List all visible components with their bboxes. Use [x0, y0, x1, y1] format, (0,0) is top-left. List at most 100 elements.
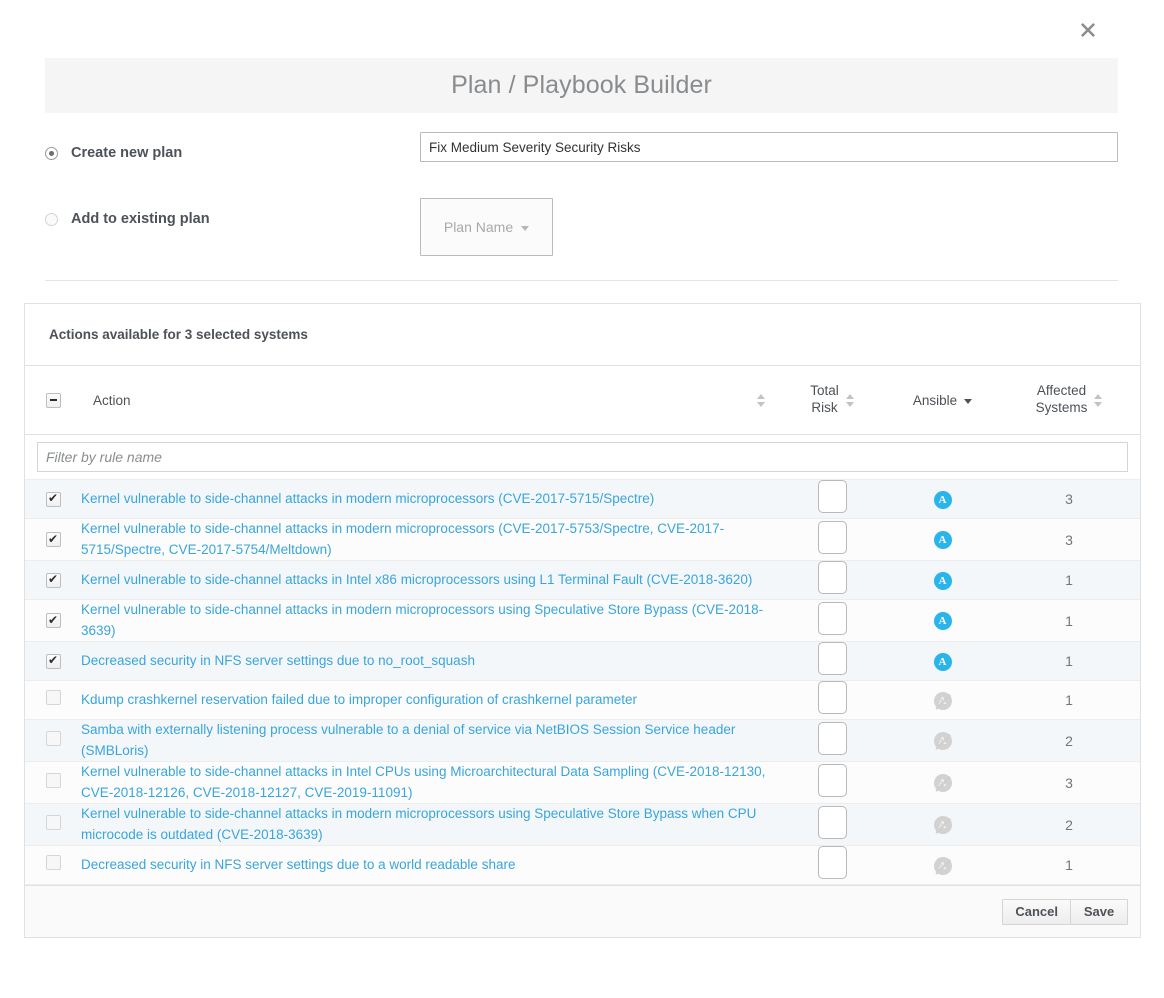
actions-card-header: Actions available for 3 selected systems: [25, 304, 1140, 366]
plan-name-input[interactable]: [420, 132, 1118, 162]
select-all-checkbox[interactable]: [46, 393, 61, 408]
row-select-checkbox[interactable]: [46, 492, 61, 507]
add-to-existing-plan-radio[interactable]: [45, 213, 58, 226]
row-select-checkbox[interactable]: [46, 613, 61, 628]
actions-card-title: Actions available for 3 selected systems: [49, 327, 308, 342]
ansible-cell: A: [887, 762, 998, 804]
row-select-checkbox[interactable]: [46, 573, 61, 588]
affected-systems-column-header[interactable]: AffectedSystems: [998, 366, 1140, 435]
action-link[interactable]: Decreased security in NFS server setting…: [81, 857, 515, 872]
row-select-checkbox[interactable]: [46, 855, 61, 870]
action-link[interactable]: Kdump crashkernel reservation failed due…: [81, 692, 637, 707]
page-title: Plan / Playbook Builder: [451, 71, 712, 100]
affected-systems-cell: 3: [998, 480, 1140, 519]
row-select-cell: [25, 762, 81, 804]
total-risk-medium-icon[interactable]: [818, 521, 847, 554]
cancel-button[interactable]: Cancel: [1002, 899, 1071, 925]
row-select-checkbox[interactable]: [46, 690, 61, 705]
action-column-label: Action: [93, 393, 131, 408]
total-risk-cell: [777, 804, 887, 846]
plan-selection-area: Create new plan Add to existing plan Pla…: [45, 128, 1118, 281]
filter-by-rule-name-input[interactable]: [37, 442, 1128, 472]
total-risk-low-icon[interactable]: [818, 846, 847, 879]
total-risk-cell: [777, 600, 887, 642]
action-column-header[interactable]: Action: [81, 366, 777, 435]
total-risk-low-icon[interactable]: [818, 642, 847, 675]
total-risk-high-icon[interactable]: [818, 722, 847, 755]
add-to-existing-plan-option[interactable]: Add to existing plan: [45, 211, 210, 227]
row-select-checkbox[interactable]: [46, 731, 61, 746]
row-select-cell: [25, 681, 81, 720]
modal-header: Plan / Playbook Builder: [45, 58, 1118, 113]
total-risk-medium-icon[interactable]: [818, 764, 847, 797]
ansible-unavailable-icon: A: [934, 857, 952, 875]
action-link[interactable]: Kernel vulnerable to side-channel attack…: [81, 602, 763, 638]
create-new-plan-radio[interactable]: [45, 147, 58, 160]
save-button[interactable]: Save: [1070, 899, 1128, 925]
total-risk-medium-icon[interactable]: [818, 480, 847, 513]
action-link[interactable]: Kernel vulnerable to side-channel attack…: [81, 521, 724, 557]
row-select-checkbox[interactable]: [46, 654, 61, 669]
table-row: Kernel vulnerable to side-channel attack…: [25, 561, 1140, 600]
ansible-cell: A: [887, 561, 998, 600]
action-link[interactable]: Kernel vulnerable to side-channel attack…: [81, 806, 756, 842]
affected-systems-cell: 1: [998, 846, 1140, 885]
add-to-existing-plan-label: Add to existing plan: [71, 211, 210, 227]
ansible-cell: A: [887, 519, 998, 561]
row-select-cell: [25, 846, 81, 885]
total-risk-medium-icon[interactable]: [818, 561, 847, 594]
total-risk-cell: [777, 642, 887, 681]
action-link[interactable]: Kernel vulnerable to side-channel attack…: [81, 491, 654, 506]
ansible-cell: A: [887, 804, 998, 846]
ansible-available-icon[interactable]: A: [934, 491, 952, 509]
ansible-available-icon[interactable]: A: [934, 653, 952, 671]
ansible-available-icon[interactable]: A: [934, 572, 952, 590]
actions-table: Action TotalRisk Ansible: [25, 366, 1140, 885]
row-select-cell: [25, 642, 81, 681]
sort-icon[interactable]: [846, 394, 854, 407]
total-risk-column-label: TotalRisk: [810, 383, 839, 417]
ansible-unavailable-icon: A: [934, 774, 952, 792]
row-select-checkbox[interactable]: [46, 773, 61, 788]
row-select-cell: [25, 720, 81, 762]
close-icon[interactable]: [1072, 14, 1104, 46]
table-row: Samba with externally listening process …: [25, 720, 1140, 762]
row-select-checkbox[interactable]: [46, 532, 61, 547]
affected-systems-column-label: AffectedSystems: [1036, 383, 1088, 417]
affected-systems-cell: 3: [998, 762, 1140, 804]
table-row: Kernel vulnerable to side-channel attack…: [25, 600, 1140, 642]
create-new-plan-label: Create new plan: [71, 145, 182, 161]
sort-icon[interactable]: [757, 394, 765, 407]
chevron-down-icon[interactable]: [964, 399, 972, 404]
row-select-cell: [25, 480, 81, 519]
action-link[interactable]: Kernel vulnerable to side-channel attack…: [81, 572, 752, 587]
total-risk-medium-icon[interactable]: [818, 602, 847, 635]
total-risk-column-header[interactable]: TotalRisk: [777, 366, 887, 435]
affected-line-2: Systems: [1036, 400, 1088, 415]
ansible-column-header[interactable]: Ansible: [887, 366, 998, 435]
actions-card: Actions available for 3 selected systems…: [24, 303, 1141, 938]
affected-systems-cell: 1: [998, 561, 1140, 600]
affected-systems-cell: 1: [998, 642, 1140, 681]
row-select-cell: [25, 804, 81, 846]
total-risk-medium-icon[interactable]: [818, 806, 847, 839]
total-risk-line-2: Risk: [811, 400, 837, 415]
table-header-row: Action TotalRisk Ansible: [25, 366, 1140, 435]
existing-plan-select[interactable]: Plan Name: [420, 198, 553, 256]
action-cell: Kernel vulnerable to side-channel attack…: [81, 804, 777, 846]
sort-icon[interactable]: [1094, 394, 1102, 407]
action-link[interactable]: Kernel vulnerable to side-channel attack…: [81, 764, 765, 800]
action-cell: Kernel vulnerable to side-channel attack…: [81, 600, 777, 642]
total-risk-medium-icon[interactable]: [818, 681, 847, 714]
row-select-checkbox[interactable]: [46, 815, 61, 830]
select-all-header: [25, 366, 81, 435]
action-link[interactable]: Samba with externally listening process …: [81, 722, 735, 758]
action-cell: Decreased security in NFS server setting…: [81, 642, 777, 681]
create-new-plan-option[interactable]: Create new plan: [45, 145, 182, 161]
action-link[interactable]: Decreased security in NFS server setting…: [81, 653, 475, 668]
table-row: Kernel vulnerable to side-channel attack…: [25, 519, 1140, 561]
ansible-available-icon[interactable]: A: [934, 531, 952, 549]
actions-card-footer: Cancel Save: [25, 885, 1140, 937]
ansible-available-icon[interactable]: A: [934, 612, 952, 630]
total-risk-cell: [777, 561, 887, 600]
